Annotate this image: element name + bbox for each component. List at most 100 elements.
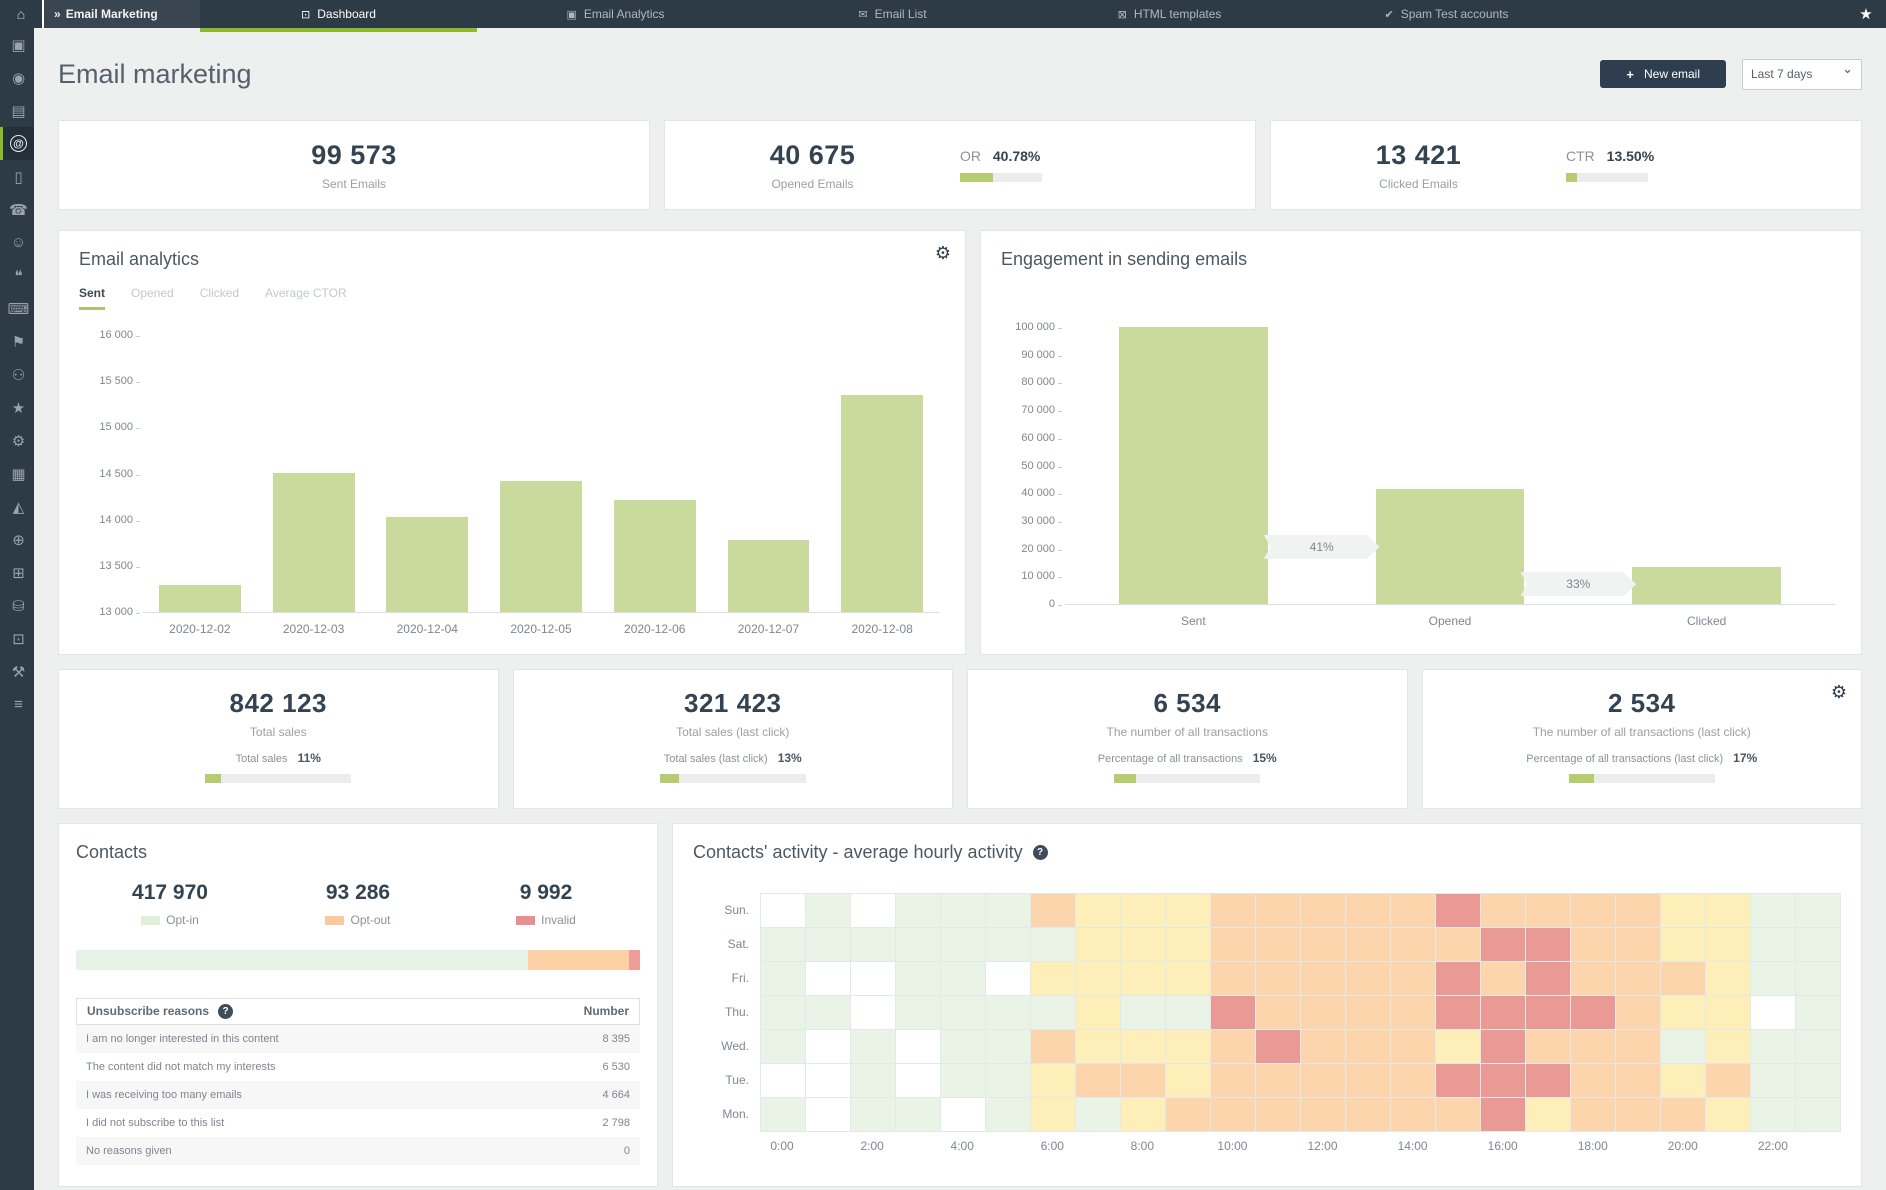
x-tick-label: Clicked [1687,614,1727,628]
heatmap-day-Tue: Tue. [725,1073,749,1087]
heatmap-cell-r6-c10 [1211,1098,1256,1132]
bar-2020-12-06 [613,500,696,612]
heatmap-hour-label: 16:00 [1487,1139,1518,1153]
heatmap-cell-r4-c17 [1526,1030,1571,1064]
sidebar-item-analytics-chart-icon[interactable]: ◭ [0,490,34,523]
nav-tab-html-templates[interactable]: ⊠ HTML templates [1031,0,1308,28]
sidebar-item-laptop-icon[interactable]: ⌨ [0,292,34,325]
heatmap-cell-r5-c19 [1616,1064,1661,1098]
nav-tab-email-list[interactable]: ✉ Email List [754,0,1031,28]
opt-out-swatch [325,915,345,925]
open-rate-label: OR [960,148,981,164]
heatmap-cell-r6-c19 [1616,1098,1661,1132]
sidebar-item-tools-wrench-icon[interactable]: ⚒ [0,655,34,688]
analytics-tab-opened[interactable]: Opened [131,286,174,310]
campaigns-megaphone-icon: ⚑ [11,333,26,351]
contact-stat-label: Opt-in [141,913,199,927]
y-tick-label: 40 000 [999,487,1062,499]
nav-tab-spam-test-accounts[interactable]: ✔ Spam Test accounts [1308,0,1585,28]
heatmap-cell-r6-c0 [761,1098,806,1132]
opened-emails-label: Opened Emails [771,176,854,191]
sales-card-0: 842 123 Total sales Total sales 11% [58,669,499,809]
sidebar-item-automation-gears-icon[interactable]: ⚙ [0,424,34,457]
sales-card-pct-label: Total sales (last click) [663,753,768,765]
heatmap-cell-r1-c14 [1391,928,1436,962]
x-tick-label: 2020-12-06 [624,622,686,636]
sidebar-item-pages-icon[interactable]: ▣ [0,28,34,61]
heatmap-cell-r2-c21 [1706,962,1751,996]
heatmap-hour-labels: 0:00 2:00 4:00 6:00 8:00 10:00 12:00 14:00 16:00… [737,1139,1818,1153]
heatmap-cell-r2-c16 [1481,962,1526,996]
chat-icon: ❝ [14,267,23,285]
nav-brand-email-marketing[interactable]: » Email Marketing [42,0,200,28]
heatmap-cell-r5-c2 [851,1064,896,1098]
sidebar-item-campaigns-megaphone-icon[interactable]: ⚑ [0,325,34,358]
activity-help-icon[interactable]: ? [1032,845,1048,860]
y-tick-label: 90 000 [999,349,1062,361]
x-tick-label: 2020-12-05 [510,622,572,636]
sidebar-item-phone-icon[interactable]: ☎ [0,193,34,226]
distribution-segment-1 [528,949,630,970]
home-button[interactable]: ⌂ [0,0,42,28]
heatmap-cell-r3-c11 [1256,996,1301,1030]
heatmap-cell-r5-c12 [1301,1064,1346,1098]
sales-cards-row: 842 123 Total sales Total sales 11% 321 423 T… [58,669,1862,809]
apps-grid-icon: ▦ [11,465,26,483]
bar-column [143,336,257,612]
click-rate-block: CTR 13.50% [1566,148,1767,182]
sidebar-item-add-contact-icon[interactable]: ☺ [0,226,34,259]
sales-card-progress [1114,774,1261,783]
heatmap-cell-r5-c15 [1436,1064,1481,1098]
sidebar-item-mobile-icon[interactable]: ▯ [0,160,34,193]
heatmap-cell-r2-c0 [761,962,806,996]
heatmap-cell-r1-c3 [896,928,941,962]
sales-settings-gear-icon[interactable]: ⚙ [1831,682,1847,703]
heatmap-cell-r6-c7 [1076,1098,1121,1132]
sidebar-item-contact-card-icon[interactable]: ▤ [0,94,34,127]
heatmap-cell-r0-c16 [1481,894,1526,928]
analytics-tab-clicked[interactable]: Clicked [200,286,239,310]
heatmap-cell-r4-c1 [806,1030,851,1064]
sidebar-item-settings-sliders-icon[interactable]: ≡ [0,688,34,721]
analytics-tab-average-ctor[interactable]: Average CTOR [265,286,347,310]
heatmap-cell-r2-c15 [1436,962,1481,996]
sidebar-item-chat-icon[interactable]: ❝ [0,259,34,292]
nav-tab-dashboard[interactable]: ⊡ Dashboard [200,0,477,32]
sidebar-item-calendar-icon[interactable]: ⊞ [0,556,34,589]
sidebar-item-documents-icon[interactable]: ⊡ [0,622,34,655]
heatmap-hour-label: 22:00 [1757,1139,1788,1153]
analytics-tab-sent[interactable]: Sent [79,286,106,310]
contact-card-icon: ▤ [11,102,26,120]
heatmap-cell-r5-c4 [941,1064,986,1098]
heatmap-cell-r0-c22 [1751,894,1796,928]
heatmap-cell-r0-c0 [761,894,806,928]
contact-stat-label: Opt-out [325,913,391,927]
heatmap-cell-r0-c2 [851,894,896,928]
nav-tab-email-analytics[interactable]: ▣ Email Analytics [477,0,754,28]
email-analytics-panel: Email analytics ⚙ Sent Opened Clicked Avera… [58,230,966,655]
date-range-select[interactable]: Last 7 days [1742,58,1862,90]
analytics-settings-gear-icon[interactable]: ⚙ [935,243,951,264]
sidebar-item-database-icon[interactable]: ⛁ [0,589,34,622]
heatmap-cell-r5-c6 [1031,1064,1076,1098]
sidebar-item-integrations-globe-icon[interactable]: ⊕ [0,523,34,556]
contact-stat-opt-out: 93 286 Opt-out [264,881,452,930]
sidebar-item-email-marketing-at-icon[interactable]: @ [0,127,34,160]
x-tick-label: 2020-12-04 [396,622,458,636]
new-email-button[interactable]: + New email [1600,60,1726,88]
heatmap-cell-r4-c8 [1121,1030,1166,1064]
email-analytics-bar-chart: 16 000 15 500 15 000 14 500 14 000 13 500 13 0… [99,329,939,618]
favorite-star-icon[interactable]: ★ [1846,0,1886,28]
heatmap-hour-label: 12:00 [1307,1139,1338,1153]
unsubscribe-help-icon[interactable]: ? [218,1003,234,1019]
sidebar-item-loyalty-star-icon[interactable]: ★ [0,391,34,424]
heatmap-day-labels: Sun. Sat. Fri. Thu. Wed. Tue. Mon. [693,893,760,1132]
sales-card-progress-fill [1568,774,1594,783]
sidebar-item-audience-users-icon[interactable]: ⚇ [0,358,34,391]
sidebar-item-apps-grid-icon[interactable]: ▦ [0,457,34,490]
heatmap-cell-r1-c16 [1481,928,1526,962]
bar-2020-12-03 [272,472,355,612]
opened-emails-value: 40 675 [769,139,856,170]
bar-opened [1375,489,1525,604]
sidebar-item-preview-eye-icon[interactable]: ◉ [0,61,34,94]
